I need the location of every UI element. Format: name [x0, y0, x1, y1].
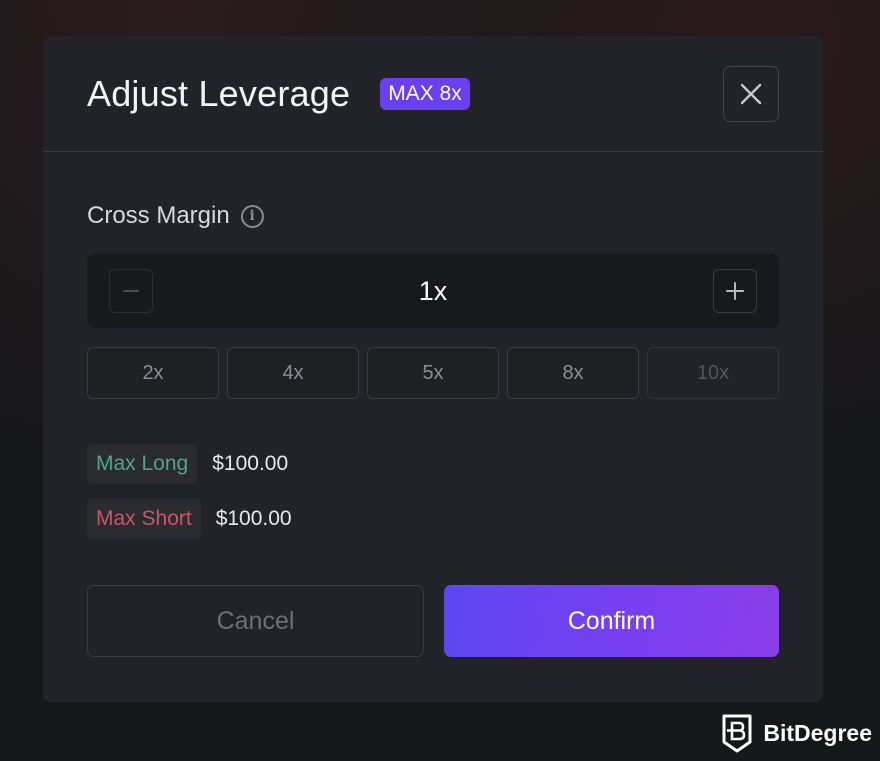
max-leverage-badge: MAX 8x [380, 77, 470, 110]
minus-icon [123, 290, 139, 292]
preset-5x[interactable]: 5x [367, 347, 499, 399]
margin-mode-label: Cross Margin i [87, 202, 779, 230]
modal-actions: Cancel Confirm [87, 585, 779, 657]
cancel-button[interactable]: Cancel [87, 585, 424, 657]
preset-2x[interactable]: 2x [87, 347, 219, 399]
info-icon[interactable]: i [240, 204, 264, 228]
decrement-button[interactable] [109, 269, 153, 313]
leverage-value[interactable]: 1x [419, 276, 448, 307]
modal-header: Adjust Leverage MAX 8x [43, 36, 823, 152]
preset-4x[interactable]: 4x [227, 347, 359, 399]
leverage-stepper: 1x [87, 254, 779, 328]
max-long-tag: Max Long [87, 444, 198, 484]
bitdegree-shield-icon [722, 714, 752, 753]
bitdegree-watermark: BitDegree [721, 713, 872, 753]
increment-button[interactable] [713, 269, 757, 313]
adjust-leverage-modal: Adjust Leverage MAX 8x Cross Margin i 1x [43, 36, 823, 702]
bitdegree-name: BitDegree [763, 719, 872, 746]
max-long-row: Max Long $100.00 [87, 444, 779, 484]
modal-body: Cross Margin i 1x 2x 4x 5x 8x 10x Max Lo… [43, 202, 823, 539]
close-button[interactable] [723, 66, 779, 122]
max-short-row: Max Short $100.00 [87, 499, 779, 539]
modal-title: Adjust Leverage [87, 72, 351, 114]
plus-icon [726, 282, 744, 300]
close-icon [740, 83, 762, 105]
preset-8x[interactable]: 8x [507, 347, 639, 399]
leverage-presets: 2x 4x 5x 8x 10x [87, 347, 779, 399]
margin-mode-text: Cross Margin [87, 202, 230, 229]
position-limits: Max Long $100.00 Max Short $100.00 [87, 444, 779, 539]
confirm-button[interactable]: Confirm [444, 585, 779, 657]
max-short-tag: Max Short [87, 499, 201, 539]
max-long-value: $100.00 [212, 452, 289, 475]
max-short-value: $100.00 [215, 507, 292, 530]
preset-10x[interactable]: 10x [647, 347, 779, 399]
